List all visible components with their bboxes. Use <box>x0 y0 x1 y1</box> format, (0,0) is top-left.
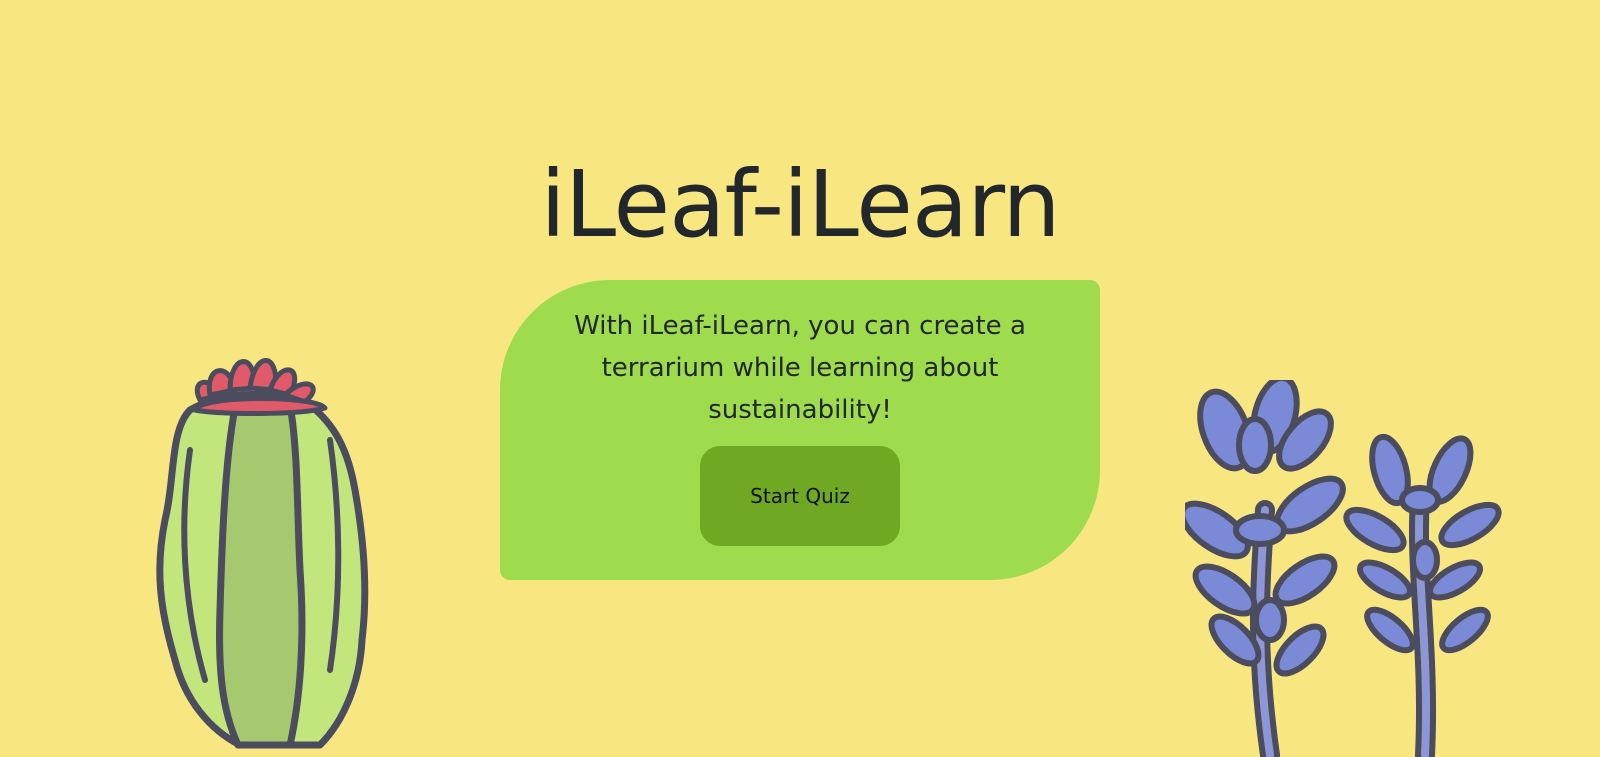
intro-card: With iLeaf-iLearn, you can create a terr… <box>500 280 1100 580</box>
start-quiz-button[interactable]: Start Quiz <box>700 446 900 546</box>
cactus-icon <box>156 358 369 749</box>
landing-page: iLeaf-iLearn With iLeaf-iLearn, you can … <box>0 0 1600 757</box>
succulent-plants-icon <box>1185 380 1502 757</box>
intro-description: With iLeaf-iLearn, you can create a terr… <box>574 311 1026 425</box>
page-title: iLeaf-iLearn <box>540 151 1060 258</box>
